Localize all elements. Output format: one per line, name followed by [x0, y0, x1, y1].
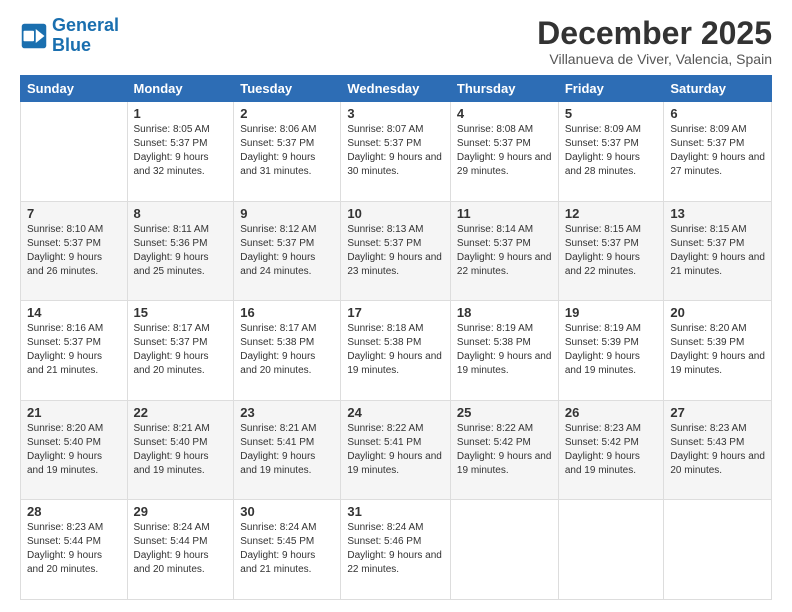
table-row: 27Sunrise: 8:23 AMSunset: 5:43 PMDayligh…	[664, 400, 772, 500]
table-row: 11Sunrise: 8:14 AMSunset: 5:37 PMDayligh…	[450, 201, 558, 301]
table-row: 17Sunrise: 8:18 AMSunset: 5:38 PMDayligh…	[341, 301, 451, 401]
col-friday: Friday	[558, 76, 664, 102]
table-row: 28Sunrise: 8:23 AMSunset: 5:44 PMDayligh…	[21, 500, 128, 600]
table-row: 30Sunrise: 8:24 AMSunset: 5:45 PMDayligh…	[234, 500, 341, 600]
logo-text: General Blue	[52, 16, 119, 56]
table-row	[664, 500, 772, 600]
col-thursday: Thursday	[450, 76, 558, 102]
table-row: 14Sunrise: 8:16 AMSunset: 5:37 PMDayligh…	[21, 301, 128, 401]
table-row: 31Sunrise: 8:24 AMSunset: 5:46 PMDayligh…	[341, 500, 451, 600]
table-row: 23Sunrise: 8:21 AMSunset: 5:41 PMDayligh…	[234, 400, 341, 500]
table-row: 24Sunrise: 8:22 AMSunset: 5:41 PMDayligh…	[341, 400, 451, 500]
table-row: 26Sunrise: 8:23 AMSunset: 5:42 PMDayligh…	[558, 400, 664, 500]
header: General Blue December 2025 Villanueva de…	[20, 16, 772, 67]
table-row: 22Sunrise: 8:21 AMSunset: 5:40 PMDayligh…	[127, 400, 234, 500]
table-row: 4Sunrise: 8:08 AMSunset: 5:37 PMDaylight…	[450, 102, 558, 202]
table-row: 21Sunrise: 8:20 AMSunset: 5:40 PMDayligh…	[21, 400, 128, 500]
table-row: 8Sunrise: 8:11 AMSunset: 5:36 PMDaylight…	[127, 201, 234, 301]
table-row: 1Sunrise: 8:05 AMSunset: 5:37 PMDaylight…	[127, 102, 234, 202]
logo-icon	[20, 22, 48, 50]
table-row: 5Sunrise: 8:09 AMSunset: 5:37 PMDaylight…	[558, 102, 664, 202]
table-row: 6Sunrise: 8:09 AMSunset: 5:37 PMDaylight…	[664, 102, 772, 202]
table-row	[21, 102, 128, 202]
table-row: 16Sunrise: 8:17 AMSunset: 5:38 PMDayligh…	[234, 301, 341, 401]
table-row: 12Sunrise: 8:15 AMSunset: 5:37 PMDayligh…	[558, 201, 664, 301]
table-row: 7Sunrise: 8:10 AMSunset: 5:37 PMDaylight…	[21, 201, 128, 301]
main-title: December 2025	[537, 16, 772, 51]
table-row: 9Sunrise: 8:12 AMSunset: 5:37 PMDaylight…	[234, 201, 341, 301]
title-block: December 2025 Villanueva de Viver, Valen…	[537, 16, 772, 67]
col-tuesday: Tuesday	[234, 76, 341, 102]
subtitle: Villanueva de Viver, Valencia, Spain	[537, 51, 772, 67]
table-row: 3Sunrise: 8:07 AMSunset: 5:37 PMDaylight…	[341, 102, 451, 202]
logo: General Blue	[20, 16, 119, 56]
page: General Blue December 2025 Villanueva de…	[0, 0, 792, 612]
table-row: 19Sunrise: 8:19 AMSunset: 5:39 PMDayligh…	[558, 301, 664, 401]
logo-line1: General	[52, 15, 119, 35]
table-row: 29Sunrise: 8:24 AMSunset: 5:44 PMDayligh…	[127, 500, 234, 600]
table-row: 2Sunrise: 8:06 AMSunset: 5:37 PMDaylight…	[234, 102, 341, 202]
calendar-table: Sunday Monday Tuesday Wednesday Thursday…	[20, 75, 772, 600]
col-wednesday: Wednesday	[341, 76, 451, 102]
calendar-header-row: Sunday Monday Tuesday Wednesday Thursday…	[21, 76, 772, 102]
table-row: 15Sunrise: 8:17 AMSunset: 5:37 PMDayligh…	[127, 301, 234, 401]
table-row: 13Sunrise: 8:15 AMSunset: 5:37 PMDayligh…	[664, 201, 772, 301]
table-row: 18Sunrise: 8:19 AMSunset: 5:38 PMDayligh…	[450, 301, 558, 401]
table-row	[558, 500, 664, 600]
col-monday: Monday	[127, 76, 234, 102]
col-saturday: Saturday	[664, 76, 772, 102]
table-row: 20Sunrise: 8:20 AMSunset: 5:39 PMDayligh…	[664, 301, 772, 401]
col-sunday: Sunday	[21, 76, 128, 102]
table-row	[450, 500, 558, 600]
logo-line2: Blue	[52, 35, 91, 55]
table-row: 25Sunrise: 8:22 AMSunset: 5:42 PMDayligh…	[450, 400, 558, 500]
table-row: 10Sunrise: 8:13 AMSunset: 5:37 PMDayligh…	[341, 201, 451, 301]
